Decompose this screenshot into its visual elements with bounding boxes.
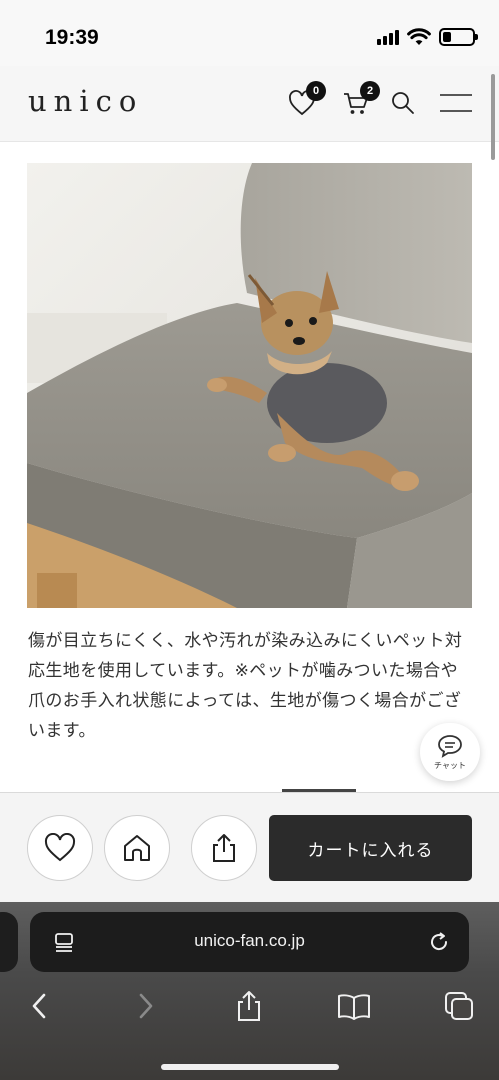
chat-label: チャット	[434, 760, 466, 770]
back-icon	[32, 993, 46, 1019]
url-text: unico-fan.co.jp	[194, 931, 305, 950]
status-time: 19:39	[45, 26, 99, 49]
wishlist-count-badge: 0	[306, 81, 326, 101]
menu-button[interactable]	[438, 86, 474, 120]
status-bar: 19:39	[0, 0, 499, 66]
search-button[interactable]	[387, 86, 419, 120]
bookmarks-button[interactable]	[336, 990, 372, 1022]
battery-level	[443, 32, 452, 42]
search-icon	[392, 92, 414, 114]
share-icon	[213, 834, 235, 862]
battery-icon	[439, 28, 478, 46]
heart-outline-icon	[44, 833, 76, 862]
browser-share-button[interactable]	[231, 990, 267, 1022]
shop-home-button[interactable]	[104, 815, 170, 881]
site-header: unico 0 2	[0, 66, 499, 142]
home-indicator[interactable]	[161, 1064, 339, 1070]
share-icon	[238, 991, 260, 1021]
reload-button[interactable]	[425, 928, 453, 956]
menu-icon	[440, 94, 472, 112]
page-scrollbar[interactable]	[491, 74, 495, 160]
previous-tab-preview[interactable]	[0, 912, 18, 972]
cellular-signal-icon	[377, 29, 399, 45]
add-to-cart-button[interactable]: カートに入れる	[269, 815, 472, 881]
chat-button[interactable]: チャット	[420, 723, 480, 781]
bookmarks-icon	[338, 994, 370, 1020]
share-button[interactable]	[191, 815, 257, 881]
wishlist-button[interactable]: 0	[286, 81, 326, 120]
cart-button[interactable]: 2	[340, 81, 380, 120]
unico-logo[interactable]: unico	[28, 84, 143, 118]
product-description: 傷が目立ちにくく、水や汚れが染み込みにくいペット対応生地を使用しています。※ペッ…	[28, 631, 463, 741]
chat-bubble-icon	[438, 734, 462, 758]
product-image	[27, 163, 472, 608]
reload-icon	[431, 932, 448, 951]
cart-count-badge: 2	[360, 81, 380, 101]
favorite-button[interactable]	[27, 815, 93, 881]
back-button[interactable]	[21, 990, 57, 1022]
shop-home-icon	[124, 835, 150, 861]
status-icons	[377, 28, 478, 46]
tabs-button[interactable]	[441, 990, 477, 1022]
product-action-bar: カートに入れる	[0, 792, 499, 902]
wifi-icon	[407, 28, 431, 45]
forward-button[interactable]	[128, 990, 164, 1022]
tabs-icon	[445, 992, 473, 1020]
dog-on-sofa-illustration	[27, 163, 472, 608]
address-bar[interactable]: unico-fan.co.jp	[30, 912, 469, 972]
forward-icon	[139, 993, 153, 1019]
browser-toolbar: unico-fan.co.jp	[0, 902, 499, 1080]
